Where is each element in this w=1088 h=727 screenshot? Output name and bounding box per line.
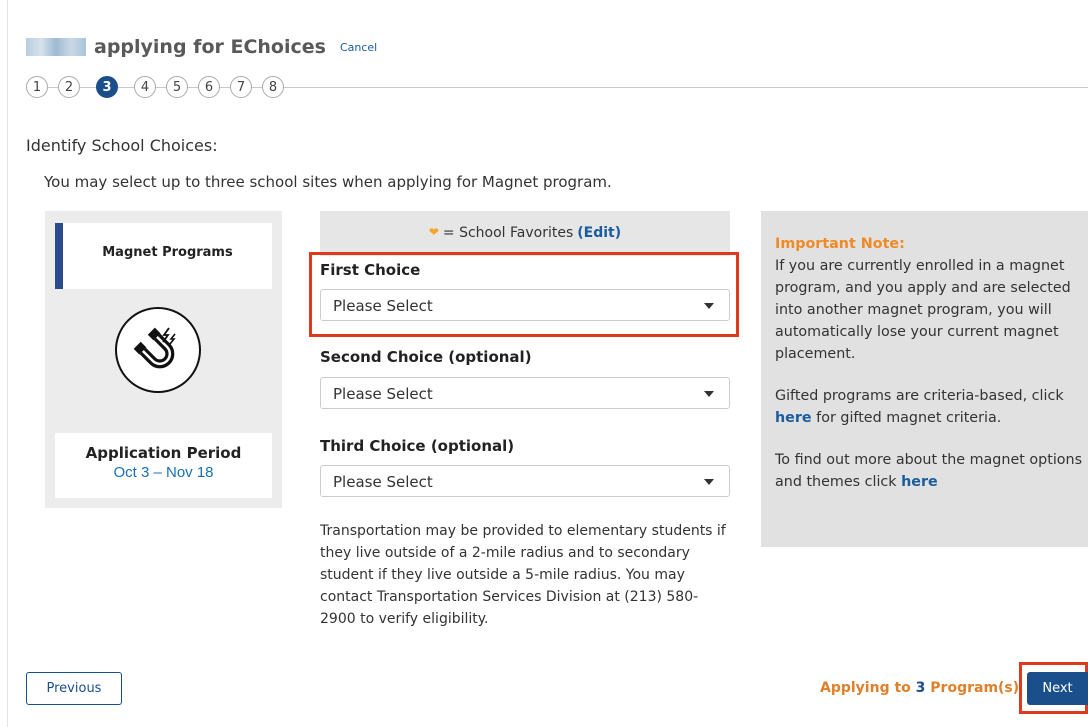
step-8[interactable]: 8 bbox=[262, 76, 284, 98]
important-note-text: If you are currently enrolled in a magne… bbox=[775, 258, 1071, 362]
themes-note: To find out more about the magnet option… bbox=[775, 449, 1088, 493]
edit-favorites-link[interactable]: (Edit) bbox=[577, 225, 621, 241]
section-intro: You may select up to three school sites … bbox=[44, 173, 612, 191]
gifted-note-text: Gifted programs are criteria-based, clic… bbox=[775, 388, 1064, 404]
page-left-rule bbox=[7, 0, 8, 727]
application-period-dates: Oct 3 – Nov 18 bbox=[113, 464, 214, 481]
application-period: Application Period Oct 3 – Nov 18 bbox=[55, 433, 272, 498]
page-title: applying for EChoices bbox=[94, 36, 326, 58]
step-4[interactable]: 4 bbox=[134, 76, 156, 98]
step-3-current[interactable]: 3 bbox=[96, 76, 118, 98]
second-choice-select[interactable]: Please Select bbox=[320, 377, 730, 409]
step-7[interactable]: 7 bbox=[230, 76, 252, 98]
chevron-down-icon bbox=[704, 303, 714, 309]
application-period-title: Application Period bbox=[85, 444, 242, 462]
step-5[interactable]: 5 bbox=[166, 76, 188, 98]
chevron-down-icon bbox=[704, 391, 714, 397]
transportation-info: Transportation may be provided to elemen… bbox=[320, 523, 726, 627]
important-note-panel: Important Note: If you are currently enr… bbox=[761, 211, 1088, 547]
program-card: Magnet Programs Application Period Oct 3… bbox=[45, 211, 282, 508]
first-choice-label: First Choice bbox=[320, 261, 421, 279]
third-choice-value: Please Select bbox=[333, 473, 433, 491]
program-accent-bar bbox=[55, 223, 63, 289]
gifted-criteria-link[interactable]: here bbox=[775, 410, 812, 426]
second-choice-label: Second Choice (optional) bbox=[320, 348, 532, 366]
favorites-bar: ❤ = School Favorites (Edit) bbox=[320, 211, 730, 256]
magnet-themes-link[interactable]: here bbox=[901, 474, 938, 490]
applying-count-status: Applying to 3 Program(s) bbox=[820, 680, 1019, 696]
applying-count: 3 bbox=[915, 680, 926, 696]
progress-stepper: 1 2 3 4 5 6 7 8 bbox=[26, 76, 1088, 98]
page-header: applying for EChoices Cancel bbox=[26, 36, 377, 58]
next-button[interactable]: Next bbox=[1027, 672, 1088, 705]
program-label: Magnet Programs bbox=[102, 245, 233, 260]
favorites-label: = School Favorites bbox=[442, 225, 574, 241]
step-6[interactable]: 6 bbox=[198, 76, 220, 98]
first-choice-value: Please Select bbox=[333, 297, 433, 315]
redacted-student-name bbox=[26, 38, 86, 56]
step-1[interactable]: 1 bbox=[26, 76, 48, 98]
step-2[interactable]: 2 bbox=[58, 76, 80, 98]
third-choice-label: Third Choice (optional) bbox=[320, 437, 515, 455]
magnet-icon bbox=[115, 307, 201, 393]
gifted-note-suffix: for gifted magnet criteria. bbox=[816, 410, 1002, 426]
gifted-note: Gifted programs are criteria-based, clic… bbox=[775, 385, 1088, 429]
second-choice-value: Please Select bbox=[333, 385, 433, 403]
heart-icon: ❤ bbox=[428, 225, 439, 239]
cancel-link[interactable]: Cancel bbox=[340, 41, 377, 54]
applying-suffix: Program(s) bbox=[930, 680, 1020, 696]
first-choice-select[interactable]: Please Select bbox=[320, 289, 730, 321]
important-note-title: Important Note: bbox=[775, 236, 905, 252]
previous-button[interactable]: Previous bbox=[26, 672, 122, 705]
third-choice-select[interactable]: Please Select bbox=[320, 465, 730, 497]
program-header: Magnet Programs bbox=[55, 223, 272, 289]
applying-prefix: Applying to bbox=[820, 680, 911, 696]
section-title: Identify School Choices: bbox=[26, 136, 218, 155]
chevron-down-icon bbox=[704, 479, 714, 485]
